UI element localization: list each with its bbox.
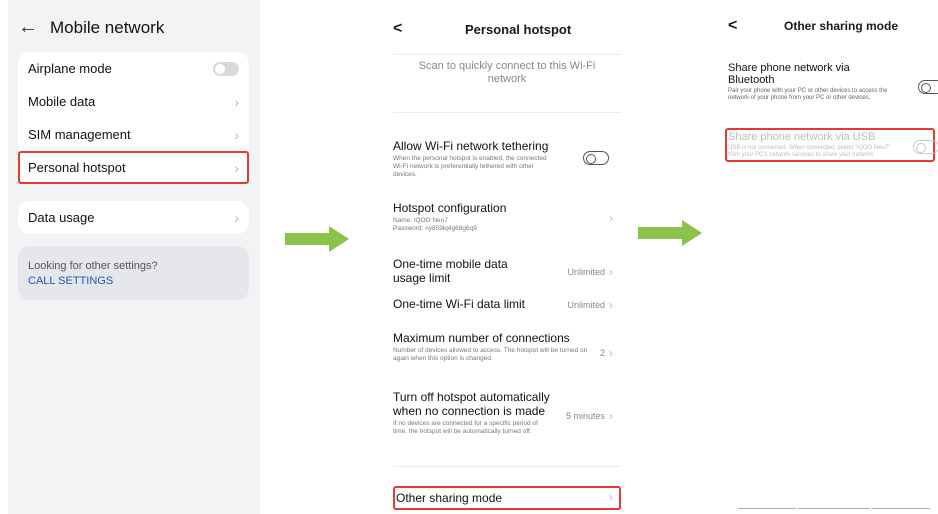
- usb-sharing-title: Share phone network via USB: [728, 131, 876, 143]
- sim-management-row[interactable]: SIM management ›: [18, 118, 249, 151]
- usb-sharing-desc: USB is not connected. When connected, se…: [728, 145, 891, 158]
- bluetooth-sharing-toggle[interactable]: [918, 80, 938, 94]
- mobile-network-header: ← Mobile network: [18, 16, 164, 39]
- personal-hotspot-label: Personal hotspot: [28, 160, 126, 175]
- chevron-right-icon: ›: [609, 265, 613, 279]
- wifi-data-limit-text: Unlimited: [567, 300, 605, 310]
- other-sharing-mode-label: Other sharing mode: [396, 491, 503, 505]
- chevron-right-icon: ›: [234, 159, 239, 176]
- max-connections-value: 2 ›: [600, 346, 613, 360]
- auto-off-row[interactable]: Turn off hotspot automatically when no c…: [393, 390, 621, 436]
- page-title: Other sharing mode: [784, 19, 899, 33]
- airplane-mode-toggle[interactable]: [213, 61, 239, 76]
- nav-bar-segment: [872, 508, 930, 509]
- bluetooth-sharing-title: Share phone network via Bluetooth: [728, 62, 850, 86]
- mobile-data-limit-value: Unlimited ›: [567, 265, 613, 279]
- wifi-data-limit-row[interactable]: One-time Wi-Fi data limit Unlimited ›: [393, 297, 621, 312]
- other-sharing-mode-value: ›: [609, 490, 613, 504]
- other-sharing-mode-row[interactable]: Other sharing mode ›: [393, 486, 621, 510]
- chevron-right-icon: ›: [609, 298, 613, 312]
- auto-off-desc: If no devices are connected for a specif…: [393, 420, 538, 435]
- auto-off-value: 5 minutes ›: [566, 409, 613, 423]
- other-settings-card: Looking for other settings? CALL SETTING…: [18, 246, 249, 300]
- other-sharing-mode-screen: < Other sharing mode Share phone network…: [720, 0, 938, 514]
- sim-management-label: SIM management: [28, 127, 131, 142]
- mobile-data-limit-row[interactable]: One-time mobile data usage limit Unlimit…: [393, 257, 621, 285]
- data-usage-card: Data usage ›: [18, 201, 249, 234]
- other-sharing-mode-header: < Other sharing mode: [728, 17, 898, 35]
- hotspot-password: Password: ny859lq4g68g6q9: [393, 225, 477, 232]
- wifi-tethering-row[interactable]: Allow Wi-Fi network tethering When the p…: [393, 139, 621, 179]
- mobile-data-label: Mobile data: [28, 94, 96, 109]
- wifi-tethering-desc: When the personal hotspot is enabled, th…: [393, 155, 547, 178]
- auto-off-title: Turn off hotspot automatically when no c…: [393, 390, 550, 418]
- personal-hotspot-header: < Personal hotspot: [393, 20, 621, 38]
- max-connections-row[interactable]: Maximum number of connections Number of …: [393, 331, 621, 363]
- back-chevron-icon[interactable]: <: [728, 17, 748, 35]
- max-connections-text: 2: [599, 348, 605, 358]
- divider: [393, 112, 621, 113]
- mobile-data-row[interactable]: Mobile data ›: [18, 85, 249, 118]
- divider: [393, 466, 621, 467]
- page-title: Mobile network: [50, 17, 165, 37]
- hotspot-configuration-title: Hotspot configuration: [393, 201, 507, 215]
- other-settings-prompt: Looking for other settings?: [28, 260, 158, 272]
- back-arrow-icon[interactable]: ←: [18, 16, 42, 39]
- scan-hint: Scan to quickly connect to this Wi-Fi ne…: [418, 60, 596, 85]
- network-settings-card: Airplane mode Mobile data › SIM manageme…: [18, 52, 249, 184]
- max-connections-title: Maximum number of connections: [393, 331, 570, 345]
- wifi-tethering-toggle[interactable]: [583, 151, 609, 165]
- chevron-right-icon: ›: [234, 93, 239, 110]
- right-arrow-icon: [285, 226, 351, 252]
- mobile-network-screen: ← Mobile network Airplane mode Mobile da…: [8, 0, 260, 514]
- chevron-right-icon: ›: [609, 409, 613, 423]
- chevron-right-icon: ›: [609, 211, 613, 225]
- airplane-mode-label: Airplane mode: [28, 61, 112, 76]
- usb-sharing-row[interactable]: Share phone network via USB USB is not c…: [725, 128, 938, 162]
- bluetooth-sharing-row[interactable]: Share phone network via Bluetooth Pair y…: [728, 62, 938, 102]
- chevron-right-icon: ›: [234, 126, 239, 143]
- auto-off-text: 5 minutes: [565, 411, 605, 421]
- hotspot-name: Name: iQOO Neo7: [393, 217, 448, 224]
- hotspot-configuration-row[interactable]: Hotspot configuration Name: iQOO Neo7 Pa…: [393, 201, 621, 233]
- wifi-data-limit-value: Unlimited ›: [567, 298, 613, 312]
- right-arrow-icon: [638, 220, 704, 246]
- mobile-data-limit-text: Unlimited: [567, 267, 605, 277]
- max-connections-desc: Number of devices allowed to access. The…: [393, 347, 588, 362]
- usb-sharing-toggle[interactable]: [913, 140, 938, 154]
- page-title: Personal hotspot: [465, 21, 572, 37]
- nav-bar-segment: [738, 508, 796, 509]
- chevron-right-icon: ›: [609, 346, 613, 360]
- chevron-right-icon: ›: [609, 490, 613, 504]
- hotspot-configuration-value: ›: [609, 211, 613, 225]
- bluetooth-sharing-desc: Pair your phone with your PC or other de…: [728, 88, 888, 101]
- mobile-data-limit-title: One-time mobile data usage limit: [393, 257, 508, 285]
- back-chevron-icon[interactable]: <: [393, 20, 413, 38]
- data-usage-row[interactable]: Data usage ›: [18, 201, 249, 234]
- data-usage-label: Data usage: [28, 210, 95, 225]
- chevron-right-icon: ›: [234, 209, 239, 226]
- divider: [393, 54, 621, 55]
- call-settings-link[interactable]: CALL SETTINGS: [28, 275, 239, 287]
- personal-hotspot-row[interactable]: Personal hotspot ›: [18, 151, 249, 184]
- nav-bar-segment: [798, 508, 870, 509]
- personal-hotspot-screen: < Personal hotspot Scan to quickly conne…: [383, 0, 631, 514]
- airplane-mode-row[interactable]: Airplane mode: [18, 52, 249, 85]
